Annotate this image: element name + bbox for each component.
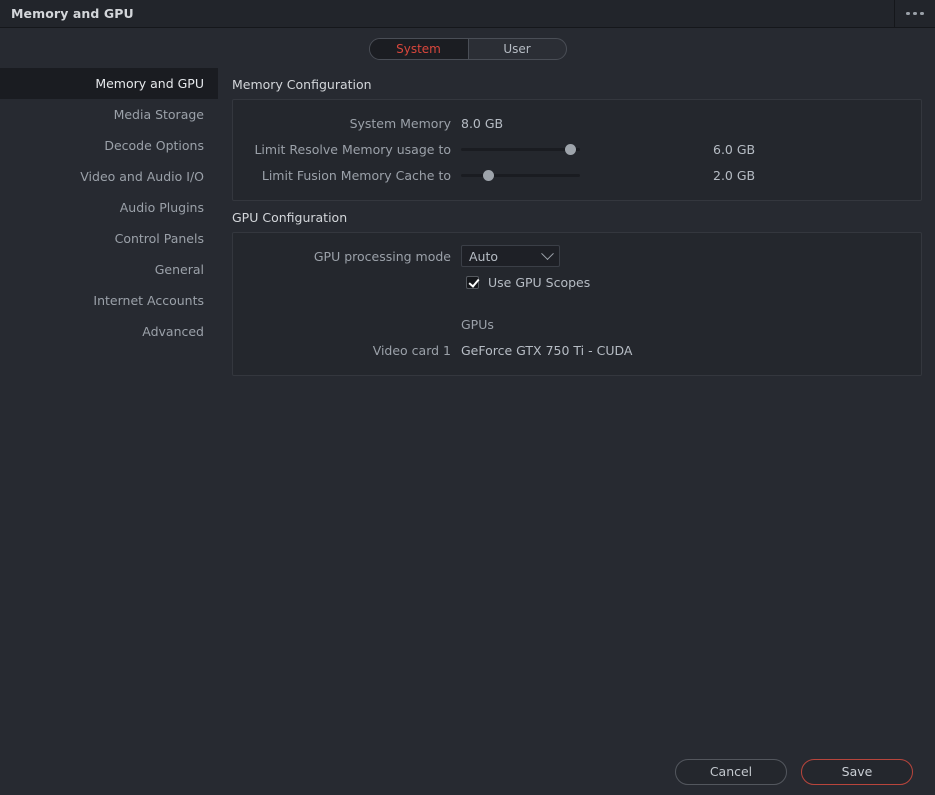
gpu-section-spacer [233, 295, 921, 311]
use-gpu-scopes-checkbox[interactable] [466, 275, 479, 289]
memory-section-title: Memory Configuration [232, 77, 372, 92]
tab-group: System User [368, 37, 567, 60]
limit-fusion-cache-row: Limit Fusion Memory Cache to 2.0 GB [233, 162, 921, 188]
limit-resolve-memory-label: Limit Resolve Memory usage to [254, 141, 451, 157]
gpu-section-title: GPU Configuration [232, 210, 348, 225]
slider-handle[interactable] [482, 169, 494, 181]
use-gpu-scopes-label: Use GPU Scopes [488, 274, 591, 290]
video-card-label: Video card 1 [372, 342, 451, 358]
gpu-processing-mode-select[interactable]: Auto [461, 245, 560, 267]
sidebar-item-general[interactable]: General [0, 254, 218, 285]
gpus-header-row: GPUs [233, 311, 921, 337]
cancel-button[interactable]: Cancel [675, 758, 787, 785]
settings-content: Memory Configuration System Memory 8.0 G… [218, 68, 935, 795]
sidebar-item-control-panels[interactable]: Control Panels [0, 223, 218, 254]
title-bar: Memory and GPU [0, 0, 935, 28]
sidebar-item-internet-accounts[interactable]: Internet Accounts [0, 285, 218, 316]
sidebar: Memory and GPU Media Storage Decode Opti… [0, 68, 218, 795]
system-memory-row: System Memory 8.0 GB [233, 110, 921, 136]
system-memory-value: 8.0 GB [461, 115, 504, 131]
sidebar-item-video-and-audio-io[interactable]: Video and Audio I/O [0, 161, 218, 192]
tab-user[interactable]: User [467, 38, 566, 59]
footer-actions: Cancel Save [0, 748, 935, 795]
gpus-label: GPUs [461, 316, 494, 332]
slider-track [461, 147, 580, 151]
gpu-configuration-panel: GPU processing mode Auto Use GPU Scopes … [232, 232, 922, 376]
sidebar-item-memory-and-gpu[interactable]: Memory and GPU [0, 68, 218, 99]
gpu-processing-mode-label: GPU processing mode [313, 248, 451, 264]
ellipsis-horizontal-icon[interactable] [895, 0, 935, 28]
sidebar-item-advanced[interactable]: Advanced [0, 316, 218, 347]
limit-fusion-cache-slider[interactable] [461, 167, 580, 183]
sidebar-item-audio-plugins[interactable]: Audio Plugins [0, 192, 218, 223]
system-memory-label: System Memory [349, 115, 451, 131]
sidebar-item-decode-options[interactable]: Decode Options [0, 130, 218, 161]
tab-system[interactable]: System [369, 38, 468, 59]
video-card-row: Video card 1 GeForce GTX 750 Ti - CUDA [233, 337, 921, 363]
slider-track [461, 173, 580, 177]
limit-fusion-cache-label: Limit Fusion Memory Cache to [261, 167, 451, 183]
limit-fusion-cache-value: 2.0 GB [713, 167, 756, 183]
video-card-value: GeForce GTX 750 Ti - CUDA [461, 342, 633, 358]
page-title: Memory and GPU [11, 6, 134, 21]
chevron-down-icon [541, 246, 554, 260]
memory-configuration-panel: System Memory 8.0 GB Limit Resolve Memor… [232, 99, 922, 201]
gpu-processing-mode-value: Auto [469, 248, 499, 264]
save-button[interactable]: Save [801, 758, 913, 785]
limit-resolve-memory-value: 6.0 GB [713, 141, 756, 157]
gpu-processing-mode-row: GPU processing mode Auto [233, 243, 921, 269]
slider-handle[interactable] [564, 143, 576, 155]
limit-resolve-memory-row: Limit Resolve Memory usage to 6.0 GB [233, 136, 921, 162]
sidebar-item-media-storage[interactable]: Media Storage [0, 99, 218, 130]
tab-bar: System User [0, 29, 935, 68]
settings-window: Memory and GPU System User Memory and GP… [0, 0, 935, 795]
use-gpu-scopes-row: Use GPU Scopes [233, 269, 921, 295]
limit-resolve-memory-slider[interactable] [461, 141, 580, 157]
